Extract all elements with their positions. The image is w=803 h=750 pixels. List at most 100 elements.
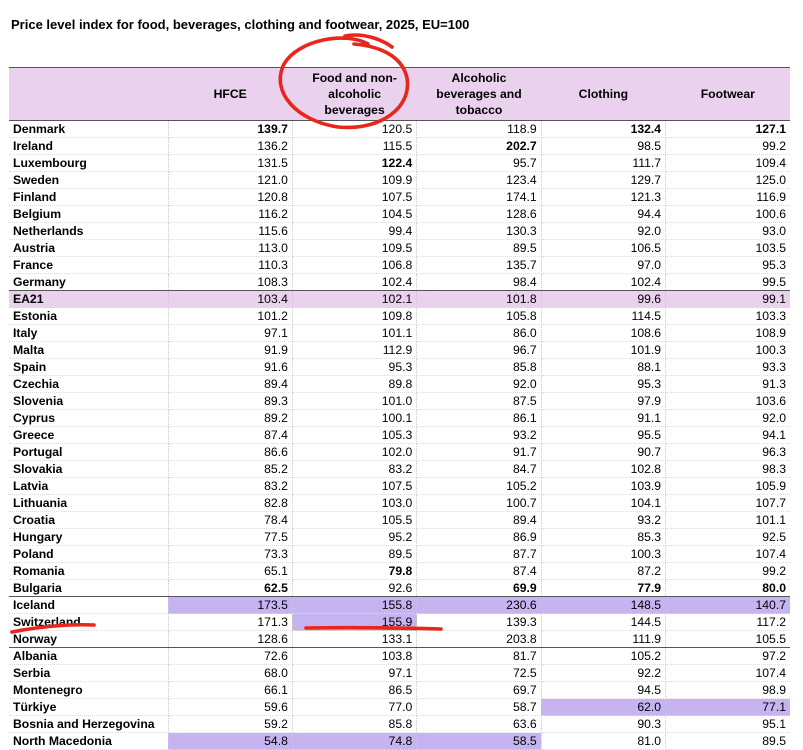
footwear-value-cell: 103.6 (665, 392, 790, 410)
country-cell: Ireland (9, 137, 169, 155)
header-clothing: Clothing (541, 67, 666, 121)
food-value-cell: 102.0 (292, 443, 418, 461)
clothing-value-cell: 111.9 (541, 630, 667, 648)
table-row: Netherlands 115.6 99.4 130.3 92.0 93.0 (9, 222, 790, 240)
alcohol-value-cell: 95.7 (416, 154, 542, 172)
clothing-value-cell: 90.7 (541, 443, 667, 461)
table-row: Estonia 101.2 109.8 105.8 114.5 103.3 (9, 307, 790, 325)
table-body: Denmark 139.7 120.5 118.9 132.4 127.1 Ireland 1… (9, 120, 790, 750)
alcohol-value-cell: 96.7 (416, 341, 542, 359)
table-row: Lithuania 82.8 103.0 100.7 104.1 107.7 (9, 494, 790, 512)
clothing-value-cell: 102.4 (541, 273, 667, 291)
country-cell: Slovenia (9, 392, 169, 410)
country-cell: Bulgaria (9, 579, 169, 597)
clothing-value-cell: 99.6 (541, 290, 667, 308)
food-value-cell: 79.8 (292, 562, 418, 580)
food-value-cell: 89.5 (292, 545, 418, 563)
footwear-value-cell: 98.9 (665, 681, 790, 699)
footwear-value-cell: 109.4 (665, 154, 790, 172)
country-cell: Italy (9, 324, 169, 342)
clothing-value-cell: 62.0 (541, 698, 667, 716)
alcohol-value-cell: 86.1 (416, 409, 542, 427)
clothing-value-cell: 95.5 (541, 426, 667, 444)
country-cell: Slovakia (9, 460, 169, 478)
table-row: Luxembourg 131.5 122.4 95.7 111.7 109.4 (9, 154, 790, 172)
footwear-value-cell: 99.2 (665, 137, 790, 155)
page-title: Price level index for food, beverages, c… (11, 17, 470, 32)
food-value-cell: 155.9 (292, 613, 418, 631)
table-row: Malta 91.9 112.9 96.7 101.9 100.3 (9, 341, 790, 359)
country-cell: Denmark (9, 120, 169, 138)
clothing-value-cell: 92.2 (541, 664, 667, 682)
footwear-value-cell: 98.3 (665, 460, 790, 478)
footwear-value-cell: 107.4 (665, 545, 790, 563)
food-value-cell: 122.4 (292, 154, 418, 172)
clothing-value-cell: 97.0 (541, 256, 667, 274)
clothing-value-cell: 148.5 (541, 596, 667, 614)
footwear-value-cell: 99.2 (665, 562, 790, 580)
table-row: Spain 91.6 95.3 85.8 88.1 93.3 (9, 358, 790, 376)
alcohol-value-cell: 174.1 (416, 188, 542, 206)
clothing-value-cell: 93.2 (541, 511, 667, 529)
clothing-value-cell: 103.9 (541, 477, 667, 495)
footwear-value-cell: 105.9 (665, 477, 790, 495)
food-value-cell: 95.2 (292, 528, 418, 546)
alcohol-value-cell: 105.2 (416, 477, 542, 495)
hfce-value-cell: 59.2 (168, 715, 293, 733)
table-row: Slovakia 85.2 83.2 84.7 102.8 98.3 (9, 460, 790, 478)
food-value-cell: 105.3 (292, 426, 418, 444)
country-cell: Cyprus (9, 409, 169, 427)
clothing-value-cell: 104.1 (541, 494, 667, 512)
hfce-value-cell: 86.6 (168, 443, 293, 461)
alcohol-value-cell: 203.8 (416, 630, 542, 648)
table-row: Montenegro 66.1 86.5 69.7 94.5 98.9 (9, 681, 790, 699)
alcohol-value-cell: 91.7 (416, 443, 542, 461)
hfce-value-cell: 116.2 (168, 205, 293, 223)
header-country (9, 67, 168, 121)
footwear-value-cell: 100.3 (665, 341, 790, 359)
table-row: Poland 73.3 89.5 87.7 100.3 107.4 (9, 545, 790, 563)
country-cell: Hungary (9, 528, 169, 546)
table-row: Iceland 173.5 155.8 230.6 148.5 140.7 (9, 596, 790, 614)
footwear-value-cell: 107.4 (665, 664, 790, 682)
hfce-value-cell: 101.2 (168, 307, 293, 325)
food-value-cell: 101.0 (292, 392, 418, 410)
table-row: Portugal 86.6 102.0 91.7 90.7 96.3 (9, 443, 790, 461)
footwear-value-cell: 92.0 (665, 409, 790, 427)
table-row: Hungary 77.5 95.2 86.9 85.3 92.5 (9, 528, 790, 546)
food-value-cell: 104.5 (292, 205, 418, 223)
clothing-value-cell: 100.3 (541, 545, 667, 563)
country-cell: Belgium (9, 205, 169, 223)
clothing-value-cell: 132.4 (541, 120, 667, 138)
country-cell: Portugal (9, 443, 169, 461)
clothing-value-cell: 101.9 (541, 341, 667, 359)
country-cell: Austria (9, 239, 169, 257)
clothing-value-cell: 114.5 (541, 307, 667, 325)
country-cell: Greece (9, 426, 169, 444)
hfce-value-cell: 110.3 (168, 256, 293, 274)
country-cell: Croatia (9, 511, 169, 529)
food-value-cell: 120.5 (292, 120, 418, 138)
table-row: Slovenia 89.3 101.0 87.5 97.9 103.6 (9, 392, 790, 410)
clothing-value-cell: 87.2 (541, 562, 667, 580)
country-cell: Türkiye (9, 698, 169, 716)
footwear-value-cell: 77.1 (665, 698, 790, 716)
food-value-cell: 95.3 (292, 358, 418, 376)
alcohol-value-cell: 101.8 (416, 290, 542, 308)
alcohol-value-cell: 202.7 (416, 137, 542, 155)
hfce-value-cell: 128.6 (168, 630, 293, 648)
clothing-value-cell: 106.5 (541, 239, 667, 257)
food-value-cell: 133.1 (292, 630, 418, 648)
food-value-cell: 83.2 (292, 460, 418, 478)
food-value-cell: 109.8 (292, 307, 418, 325)
country-cell: Malta (9, 341, 169, 359)
hfce-value-cell: 171.3 (168, 613, 293, 631)
alcohol-value-cell: 105.8 (416, 307, 542, 325)
hfce-value-cell: 83.2 (168, 477, 293, 495)
clothing-value-cell: 129.7 (541, 171, 667, 189)
clothing-value-cell: 95.3 (541, 375, 667, 393)
hfce-value-cell: 121.0 (168, 171, 293, 189)
alcohol-value-cell: 87.7 (416, 545, 542, 563)
alcohol-value-cell: 130.3 (416, 222, 542, 240)
food-value-cell: 107.5 (292, 477, 418, 495)
